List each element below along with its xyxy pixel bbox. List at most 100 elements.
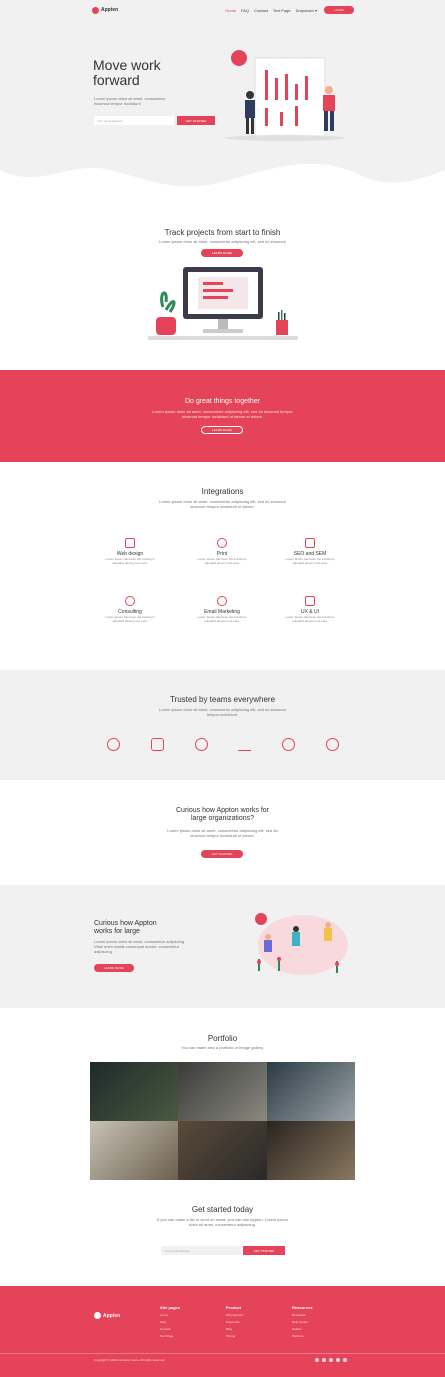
nav-link-faq[interactable]: FAQ [241,8,249,13]
brand-logo[interactable]: Appten [92,6,118,14]
footer-link[interactable]: Why Appton? [226,1313,244,1317]
feature-desc-line2: standard dummy text ever. [112,619,148,623]
footer-link[interactable]: Download [292,1313,312,1317]
curious-title-line1: Curious how Appton works for [176,807,269,814]
top-navbar: Appten Home FAQ Contact Text Page Dropdo… [92,4,354,16]
desk-illustration [148,267,298,340]
integrations-title: Integrations [201,487,244,496]
footer-column-heading: Site pages [160,1305,181,1310]
curious2-description: Lorem ipsum dolor sit amet, consectetur … [94,939,185,954]
curious2-learn-more-button[interactable]: LEARN MORE [94,964,134,972]
hero-wave-shape [0,163,445,205]
bulb-icon [125,596,135,606]
portfolio-description: You can make also a portfolio or image g… [181,1045,264,1050]
footer-link[interactable]: Contact [160,1327,180,1331]
hero-description: Lorem ipsum dolor sit amet, consectetur … [94,96,165,106]
nav-link-contact[interactable]: Contact [254,8,268,13]
trusted-description: Lorem ipsum dolor sit amet, consectetur … [0,707,445,717]
footer-link[interactable]: Blog [226,1327,244,1331]
login-button[interactable]: LOGIN [324,6,354,14]
twitter-icon[interactable] [322,1358,326,1362]
hero-title: Move work forward [93,58,161,88]
footer-social-links [315,1358,347,1362]
logo-icon [92,6,99,14]
footer-link[interactable]: Help Center [292,1320,312,1324]
get-started-title: Get started today [191,1205,254,1214]
portfolio-image[interactable] [178,1121,267,1180]
red-band-desc-line2: eiusmod tempor incididunt ut labore et d… [181,414,264,419]
track-learn-more-button[interactable]: LEARN MORE [201,249,243,257]
curious-get-started-button[interactable]: GET STARTED [201,850,243,858]
pinterest-icon[interactable] [343,1358,347,1362]
hero-email-input[interactable]: Your email address [94,116,174,125]
instagram-icon[interactable] [336,1358,340,1362]
trusted-title: Trusted by teams everywhere [169,695,276,704]
partner-logos [107,738,339,751]
team-celebration-illustration [255,913,348,975]
red-band-title: Do great things together [184,398,261,405]
portfolio-image[interactable] [90,1062,178,1121]
footer-column-site-pages: Site pages Home FAQ Contact Text Page [160,1305,180,1338]
chevron-down-icon: ▾ [313,7,317,13]
footer-column-heading: Resources [292,1305,313,1310]
feature-desc-line2: standard dummy text ever. [204,619,240,623]
curious2-title-line2: works for large [94,928,140,935]
curious2-section: Curious how Appton works for large Lorem… [0,885,445,1008]
portfolio-image[interactable] [267,1121,355,1180]
curious-desc-line2: eiusmod tempor incididunt ut labore. [190,833,255,838]
print-icon [217,538,227,548]
hero-desc-line2: eiusmod tempor incididunt [94,101,141,106]
feature-desc-line2: standard dummy text ever. [292,561,328,565]
red-band-section: Do great things together Lorem ipsum dol… [0,370,445,462]
curious-title-line2: large organizations? [190,815,255,822]
integrations-description: Lorem ipsum dolor sit amet, consectetur … [0,499,445,509]
feature-email-marketing: Email Marketing Lorem Ipsum has been the… [192,596,252,623]
portfolio-image[interactable] [178,1062,267,1121]
footer-link[interactable]: Guides [292,1327,312,1331]
nav-link-dropdown[interactable]: Dropdown ▾ [296,8,317,13]
dropdown-label: Dropdown [295,7,314,13]
pen-icon [305,596,315,606]
facebook-icon[interactable] [315,1358,319,1362]
hero-section [0,0,445,205]
get-started-email-input[interactable]: Your email address [161,1246,241,1255]
footer-brand-name: Appten [103,1312,121,1319]
feature-desc-line2: standard dummy text ever. [292,619,328,623]
rocket-icon [194,738,208,751]
footer-link[interactable]: Home [160,1313,180,1317]
footer-link[interactable]: Pricing [226,1334,244,1338]
nav-link-home[interactable]: Home [225,8,236,13]
hero-get-started-button[interactable]: GET STARTED [177,116,215,125]
rocket-icon [150,738,164,751]
footer: Appten Site pages Home FAQ Contact Text … [0,1286,445,1377]
feature-print: Print Lorem Ipsum has been the industry'… [192,538,252,565]
footer-column-product: Product Why Appton? Enterprise Blog Pric… [226,1305,244,1338]
footer-link[interactable]: Partners [292,1334,312,1338]
portfolio-image[interactable] [90,1121,178,1180]
clock-icon [217,596,227,606]
portfolio-gallery [90,1062,355,1180]
portfolio-image[interactable] [267,1062,355,1121]
footer-copyright: Copyright © 2020 company name. All right… [94,1358,166,1362]
footer-link[interactable]: FAQ [160,1320,180,1324]
get-started-button[interactable]: GET STARTED [243,1246,285,1255]
feature-consulting: Consulting Lorem Ipsum has been the indu… [100,596,160,623]
footer-link[interactable]: Text Page [160,1334,180,1338]
get-started-description: If you can make a list or send an email,… [0,1217,445,1227]
feature-desc-line2: standard dummy text ever. [204,561,240,565]
red-band-learn-more-button[interactable]: LEARN MORE [201,426,243,434]
feature-desc-line2: standard dummy text ever. [112,561,148,565]
footer-brand[interactable]: Appten [94,1312,120,1319]
integrations-desc-line2: eiusmod tempor incididunt ut labore. [190,504,255,509]
linkedin-icon[interactable] [329,1358,333,1362]
nav-link-text-page[interactable]: Text Page [273,8,291,13]
curious-description: Lorem ipsum dolor sit amet, consectetur … [0,828,445,838]
curious2-title: Curious how Appton works for large [94,920,157,936]
trusted-desc-line2: tempor incididunt. [206,712,239,717]
footer-divider [0,1353,445,1354]
partner-logo-icon [107,738,120,751]
letter-a-icon [238,738,252,751]
hero-title-line2: forward [93,72,140,88]
footer-link[interactable]: Enterprise [226,1320,244,1324]
globe-icon [282,738,296,751]
